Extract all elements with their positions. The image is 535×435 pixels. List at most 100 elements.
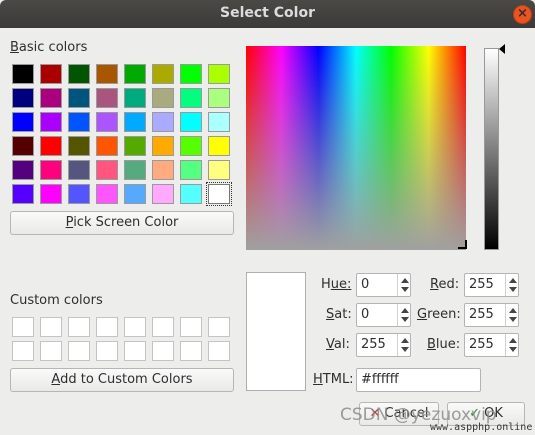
basic-color-swatch[interactable] xyxy=(180,88,202,108)
custom-colors-label: Custom colors xyxy=(10,293,103,308)
basic-color-swatch[interactable] xyxy=(96,64,118,84)
custom-color-slot[interactable] xyxy=(124,341,146,361)
value-slider[interactable] xyxy=(484,48,499,250)
basic-color-swatch[interactable] xyxy=(12,88,34,108)
basic-color-swatch[interactable] xyxy=(40,88,62,108)
basic-color-swatch[interactable] xyxy=(208,136,230,156)
val-label: Val: xyxy=(326,337,350,352)
spin-down-icon xyxy=(509,317,517,322)
blue-label: Blue: xyxy=(427,337,461,352)
basic-color-swatch[interactable] xyxy=(152,136,174,156)
spin-up-icon xyxy=(401,338,409,343)
custom-color-slot[interactable] xyxy=(68,317,90,337)
color-preview xyxy=(246,272,306,391)
basic-color-swatch[interactable] xyxy=(180,112,202,132)
basic-color-swatch[interactable] xyxy=(40,64,62,84)
basic-color-swatch[interactable] xyxy=(68,160,90,180)
spin-up-icon xyxy=(509,338,517,343)
value-slider-marker-icon[interactable] xyxy=(499,44,505,54)
html-label: HTML: xyxy=(313,372,354,387)
custom-color-slot[interactable] xyxy=(40,317,62,337)
custom-color-slot[interactable] xyxy=(208,317,230,337)
spin-up-icon xyxy=(509,308,517,313)
spin-down-icon xyxy=(401,347,409,352)
basic-color-swatch[interactable] xyxy=(152,184,174,204)
blue-spinbox[interactable]: 255 xyxy=(464,333,519,357)
basic-color-swatch[interactable] xyxy=(180,136,202,156)
basic-color-swatch[interactable] xyxy=(124,160,146,180)
basic-color-swatch[interactable] xyxy=(124,112,146,132)
spin-down-icon xyxy=(401,287,409,292)
basic-color-swatch[interactable] xyxy=(96,112,118,132)
pick-screen-color-button[interactable]: Pick Screen Color xyxy=(10,211,234,235)
basic-color-swatch[interactable] xyxy=(68,184,90,204)
basic-color-swatch[interactable] xyxy=(206,182,232,206)
basic-color-swatch[interactable] xyxy=(96,160,118,180)
custom-color-slot[interactable] xyxy=(124,317,146,337)
spin-up-icon xyxy=(509,278,517,283)
custom-color-slot[interactable] xyxy=(180,317,202,337)
basic-color-swatch[interactable] xyxy=(180,184,202,204)
spin-up-icon xyxy=(401,308,409,313)
basic-color-swatch[interactable] xyxy=(68,136,90,156)
basic-color-swatch[interactable] xyxy=(40,112,62,132)
basic-colors-label: Basic colors xyxy=(10,40,88,55)
green-label: Green: xyxy=(417,307,461,322)
basic-color-swatch[interactable] xyxy=(40,184,62,204)
basic-color-swatch[interactable] xyxy=(40,160,62,180)
basic-color-swatch[interactable] xyxy=(208,88,230,108)
val-spinbox[interactable]: 255 xyxy=(356,333,411,357)
green-spinbox[interactable]: 255 xyxy=(464,303,519,327)
close-button[interactable]: × xyxy=(513,5,532,24)
basic-color-swatch[interactable] xyxy=(208,112,230,132)
basic-color-swatch[interactable] xyxy=(68,112,90,132)
custom-color-slot[interactable] xyxy=(96,317,118,337)
red-spinbox[interactable]: 255 xyxy=(464,273,519,297)
basic-color-swatch[interactable] xyxy=(12,112,34,132)
custom-color-slot[interactable] xyxy=(180,341,202,361)
custom-color-slot[interactable] xyxy=(208,341,230,361)
custom-color-slot[interactable] xyxy=(152,317,174,337)
title-bar: Select Color × xyxy=(0,0,535,28)
basic-color-swatch[interactable] xyxy=(152,160,174,180)
sat-spinbox[interactable]: 0 xyxy=(356,303,411,327)
basic-color-swatch[interactable] xyxy=(124,64,146,84)
basic-color-swatch[interactable] xyxy=(208,160,230,180)
basic-color-swatch[interactable] xyxy=(12,184,34,204)
spin-down-icon xyxy=(509,347,517,352)
custom-color-slot[interactable] xyxy=(68,341,90,361)
basic-color-swatch[interactable] xyxy=(152,88,174,108)
basic-color-swatch[interactable] xyxy=(40,136,62,156)
custom-color-slot[interactable] xyxy=(12,341,34,361)
basic-color-swatch[interactable] xyxy=(124,184,146,204)
custom-color-slot[interactable] xyxy=(152,341,174,361)
hue-spinbox[interactable]: 0 xyxy=(356,273,411,297)
custom-color-slot[interactable] xyxy=(96,341,118,361)
basic-color-swatch[interactable] xyxy=(12,160,34,180)
basic-color-swatch[interactable] xyxy=(152,112,174,132)
basic-color-swatch[interactable] xyxy=(12,64,34,84)
red-label: Red: xyxy=(430,277,460,292)
spin-up-icon xyxy=(401,278,409,283)
basic-color-swatch[interactable] xyxy=(180,64,202,84)
html-field[interactable]: #ffffff xyxy=(356,368,481,392)
basic-color-swatch[interactable] xyxy=(68,64,90,84)
basic-color-swatch[interactable] xyxy=(12,136,34,156)
custom-color-slot[interactable] xyxy=(12,317,34,337)
basic-color-swatch[interactable] xyxy=(180,160,202,180)
spin-down-icon xyxy=(509,287,517,292)
window-title: Select Color xyxy=(220,5,315,21)
watermark-site: www.aspphp.online xyxy=(430,422,533,433)
basic-color-swatch[interactable] xyxy=(208,64,230,84)
basic-color-swatch[interactable] xyxy=(96,184,118,204)
basic-color-swatch[interactable] xyxy=(96,88,118,108)
hue-saturation-spectrum[interactable] xyxy=(246,46,466,250)
basic-color-swatch[interactable] xyxy=(96,136,118,156)
basic-color-swatch[interactable] xyxy=(124,88,146,108)
basic-color-swatch[interactable] xyxy=(152,64,174,84)
add-to-custom-colors-button[interactable]: Add to Custom Colors xyxy=(10,368,234,392)
basic-color-swatch[interactable] xyxy=(124,136,146,156)
spectrum-crosshair xyxy=(458,240,467,249)
basic-color-swatch[interactable] xyxy=(68,88,90,108)
custom-color-slot[interactable] xyxy=(40,341,62,361)
